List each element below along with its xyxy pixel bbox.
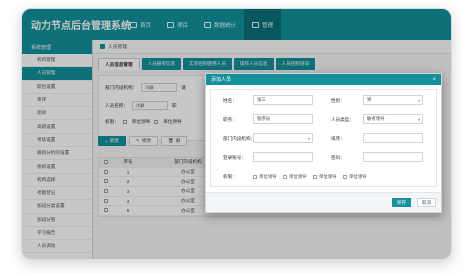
position-input[interactable]: 程序员: [253, 114, 313, 124]
password-input[interactable]: [363, 152, 423, 162]
chevron-down-icon: ▾: [417, 97, 420, 103]
type-label: 人员类型：: [331, 117, 354, 122]
save-button[interactable]: 保存: [392, 198, 411, 207]
gender-label: 性别：: [331, 98, 345, 103]
permission-option[interactable]: 单位领导: [313, 174, 337, 180]
order-label: 排序：: [331, 136, 345, 141]
permission-option[interactable]: 单位领导: [343, 174, 367, 180]
permission-option[interactable]: 单位领导: [283, 174, 307, 180]
chevron-down-icon: ▾: [307, 135, 310, 141]
app-window: 动力节点后台管理系统 首页 项目 数据统计 管理 系统管理 机构管理 人员管理 …: [21, 8, 452, 260]
permission-label: 权限：: [223, 174, 237, 179]
type-select[interactable]: 敏考领导 ▾: [363, 114, 423, 124]
name-label: 姓名：: [223, 98, 237, 103]
modal-header: 添加人员 ×: [206, 74, 441, 85]
position-label: 职务：: [223, 117, 237, 122]
login-input[interactable]: [253, 152, 313, 162]
permission-option[interactable]: 单位领导: [253, 174, 277, 180]
order-input[interactable]: [363, 133, 423, 143]
close-icon[interactable]: ×: [432, 77, 436, 83]
name-input[interactable]: 张三: [253, 95, 313, 105]
add-person-modal: 添加人员 × 姓名： 张三 性别： 男 ▾ 职务： 程序员 人员类型： 敏考领导…: [205, 73, 442, 213]
chevron-down-icon: ▾: [417, 116, 420, 122]
modal-title: 添加人员: [211, 77, 232, 83]
modal-footer: 保存 取消: [206, 192, 441, 212]
modal-form: 姓名： 张三 性别： 男 ▾ 职务： 程序员 人员类型： 敏考领导 ▾ 部门内设…: [210, 89, 437, 187]
cancel-button[interactable]: 取消: [417, 198, 436, 207]
dept-label: 部门内设机构：: [223, 136, 256, 141]
gender-select[interactable]: 男 ▾: [363, 95, 423, 105]
dept-select[interactable]: ▾: [253, 133, 313, 143]
password-label: 密码：: [331, 155, 345, 160]
login-label: 登录账号：: [223, 155, 246, 160]
